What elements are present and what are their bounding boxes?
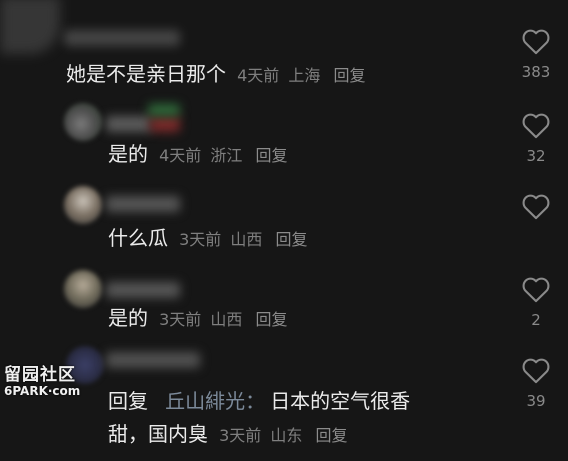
comment-age: 3天前 [219, 426, 262, 445]
like-button[interactable]: 2 [518, 276, 554, 329]
reply-button[interactable]: 回复 [255, 310, 287, 329]
avatar [64, 270, 102, 308]
comment-text: 是的 [108, 142, 148, 166]
comment-item: 她是不是亲日那个 4天前 上海 回复 [66, 60, 366, 90]
like-count: 39 [526, 392, 546, 410]
comment-item: 是的 4天前 浙江 回复 [108, 140, 288, 170]
like-button[interactable] [518, 193, 554, 228]
comment-item-continued: 甜，国内臭 3天前 山东 回复 [108, 420, 348, 450]
heart-outline-icon [522, 113, 550, 139]
comment-text: 什么瓜 [108, 226, 168, 250]
comment-location: 山西 [230, 230, 263, 249]
like-button[interactable]: 32 [518, 112, 554, 165]
blurred-username [64, 30, 180, 46]
comment-location: 山东 [270, 426, 303, 445]
like-button[interactable]: 383 [518, 28, 554, 81]
heart-outline-icon [522, 358, 550, 384]
comment-item: 回复 丘山緋光： 日本的空气很香 [108, 387, 410, 417]
blurred-username [106, 352, 200, 368]
avatar [64, 103, 102, 141]
reply-button[interactable]: 回复 [255, 146, 287, 165]
reply-button[interactable]: 回复 [333, 66, 365, 85]
reply-button[interactable]: 回复 [275, 230, 307, 249]
comment-text: 是的 [108, 306, 148, 330]
watermark-title: 留园社区 [4, 365, 76, 385]
comment-age: 3天前 [179, 230, 222, 249]
mention-link[interactable]: 丘山緋光： [165, 389, 265, 413]
comment-text: 她是不是亲日那个 [66, 62, 226, 86]
blurred-username [106, 282, 180, 298]
reply-button[interactable]: 回复 [315, 426, 347, 445]
blurred-username [106, 116, 152, 132]
comment-location: 上海 [288, 66, 321, 85]
like-count: 383 [521, 63, 551, 81]
comment-location: 山西 [210, 310, 243, 329]
blurred-username [0, 0, 60, 54]
like-count: 32 [526, 147, 546, 165]
comment-location: 浙江 [210, 146, 243, 165]
heart-outline-icon [522, 194, 550, 220]
heart-outline-icon [522, 277, 550, 303]
comment-text: 甜，国内臭 [108, 422, 208, 446]
heart-outline-icon [522, 29, 550, 55]
blurred-username [148, 104, 180, 116]
comment-age: 4天前 [159, 146, 202, 165]
like-count: 2 [531, 311, 541, 329]
watermark-site: 6PARK·com [4, 384, 81, 398]
comment-age: 3天前 [159, 310, 202, 329]
comment-thread: 她是不是亲日那个 4天前 上海 回复 383 是的 4天前 浙江 回复 32 什… [0, 0, 568, 461]
avatar [64, 186, 102, 224]
comment-age: 4天前 [237, 66, 280, 85]
reply-prefix: 回复 [108, 389, 148, 413]
comment-item: 是的 3天前 山西 回复 [108, 304, 288, 334]
like-button[interactable]: 39 [518, 357, 554, 410]
watermark: 留园社区 6PARK·com [4, 360, 94, 398]
blurred-username [106, 196, 180, 212]
comment-item: 什么瓜 3天前 山西 回复 [108, 224, 308, 254]
comment-text: 日本的空气很香 [270, 389, 411, 413]
blurred-username [150, 116, 180, 132]
